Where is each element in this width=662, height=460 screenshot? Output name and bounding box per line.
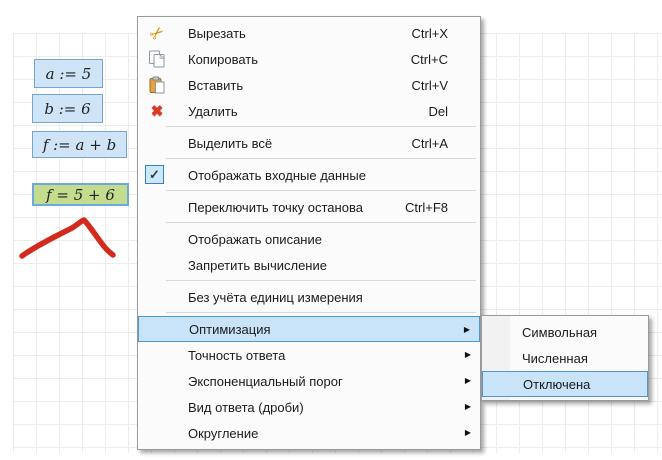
menu-item-cut[interactable]: ✂ Вырезать Ctrl+X [138,20,480,46]
menu-item-label: Переключить точку останова [188,200,363,215]
menu-separator [166,158,476,159]
menu-separator [166,312,476,313]
delete-icon: ✖ [145,98,169,124]
menu-item-shortcut: Ctrl+X [412,26,448,41]
menu-separator [166,280,476,281]
menu-item-answer-precision[interactable]: Точность ответа ▶ [138,342,480,368]
menu-item-shortcut: Del [428,104,448,119]
menu-item-shortcut: Ctrl+A [412,136,448,151]
menu-item-label: Без учёта единиц измерения [188,290,363,305]
menu-item-shortcut: Ctrl+V [412,78,448,93]
submenu-arrow-icon: ▶ [465,351,471,359]
menu-item-label: Отображать описание [188,232,322,247]
menu-item-delete[interactable]: ✖ Удалить Del [138,98,480,124]
checkmark-icon: ✓ [145,165,164,184]
menu-item-label: Экспоненциальный порог [188,374,343,389]
submenu-item-numeric[interactable]: Численная [482,345,648,371]
math-expression-b[interactable]: b := 6 [32,94,103,123]
copy-icon [145,46,169,72]
menu-item-show-description[interactable]: Отображать описание [138,226,480,252]
submenu-arrow-icon: ▶ [465,429,471,437]
submenu-item-disabled[interactable]: Отключена [482,371,648,397]
menu-separator [166,222,476,223]
menu-item-label: Символьная [522,325,597,340]
math-expression-result[interactable]: f = 5 + 6 [32,183,129,206]
menu-item-forbid-calculation[interactable]: Запретить вычисление [138,252,480,278]
menu-item-label: Отображать входные данные [188,168,366,183]
menu-item-copy[interactable]: Копировать Ctrl+C [138,46,480,72]
menu-item-toggle-breakpoint[interactable]: Переключить точку останова Ctrl+F8 [138,194,480,220]
menu-item-label: Удалить [188,104,238,119]
math-expression-a[interactable]: a := 5 [34,59,103,88]
menu-item-select-all[interactable]: Выделить всё Ctrl+A [138,130,480,156]
paste-icon [145,72,169,98]
menu-item-label: Округление [188,426,258,441]
menu-item-shortcut: Ctrl+C [411,52,448,67]
menu-item-label: Оптимизация [189,322,271,337]
menu-item-label: Точность ответа [188,348,285,363]
optimization-submenu: Символьная Численная Отключена [481,315,649,401]
menu-item-shortcut: Ctrl+F8 [405,200,448,215]
menu-separator [166,126,476,127]
submenu-arrow-icon: ▶ [465,377,471,385]
menu-item-label: Вид ответа (дроби) [188,400,304,415]
math-expression-f[interactable]: f := a + b [32,131,127,158]
menu-item-label: Запретить вычисление [188,258,327,273]
menu-item-label: Численная [522,351,588,366]
menu-item-optimization[interactable]: Оптимизация ▶ [138,316,480,342]
menu-item-ignore-units[interactable]: Без учёта единиц измерения [138,284,480,310]
submenu-arrow-icon: ▶ [464,326,470,334]
menu-item-rounding[interactable]: Округление ▶ [138,420,480,446]
cut-icon: ✂ [145,20,169,46]
submenu-arrow-icon: ▶ [465,403,471,411]
menu-separator [166,190,476,191]
menu-item-paste[interactable]: Вставить Ctrl+V [138,72,480,98]
menu-item-label: Отключена [523,377,590,392]
menu-item-exp-threshold[interactable]: Экспоненциальный порог ▶ [138,368,480,394]
context-menu: ✂ Вырезать Ctrl+X Копировать Ctrl+C Вста… [137,16,481,450]
menu-item-show-input-data[interactable]: ✓ Отображать входные данные [138,162,480,188]
menu-item-label: Вставить [188,78,243,93]
menu-item-answer-form-fractions[interactable]: Вид ответа (дроби) ▶ [138,394,480,420]
menu-item-label: Вырезать [188,26,246,41]
submenu-item-symbolic[interactable]: Символьная [482,319,648,345]
menu-item-label: Копировать [188,52,258,67]
menu-item-label: Выделить всё [188,136,272,151]
